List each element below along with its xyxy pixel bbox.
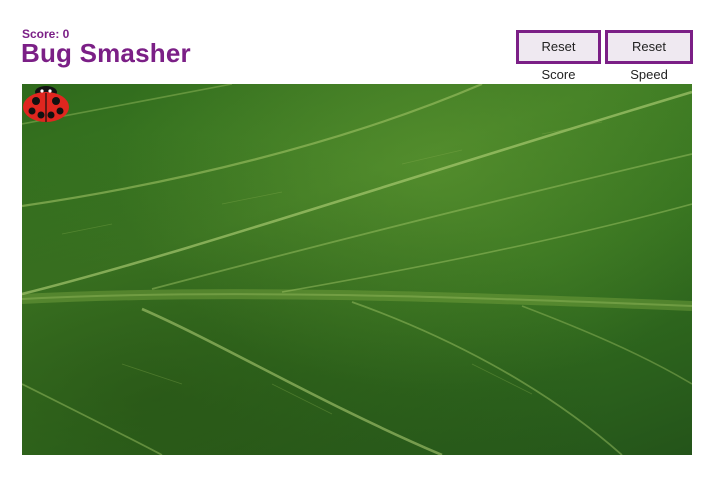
page-title: Bug Smasher [21, 38, 191, 68]
game-canvas[interactable] [22, 84, 692, 455]
leaf-background [22, 84, 692, 455]
game-page: Score: 0 Bug Smasher Reset Score Reset S… [0, 0, 719, 491]
reset-score-button[interactable]: Reset Score [516, 30, 601, 82]
ladybug-target[interactable] [22, 84, 70, 124]
reset-speed-button[interactable]: Reset Speed [605, 30, 693, 82]
